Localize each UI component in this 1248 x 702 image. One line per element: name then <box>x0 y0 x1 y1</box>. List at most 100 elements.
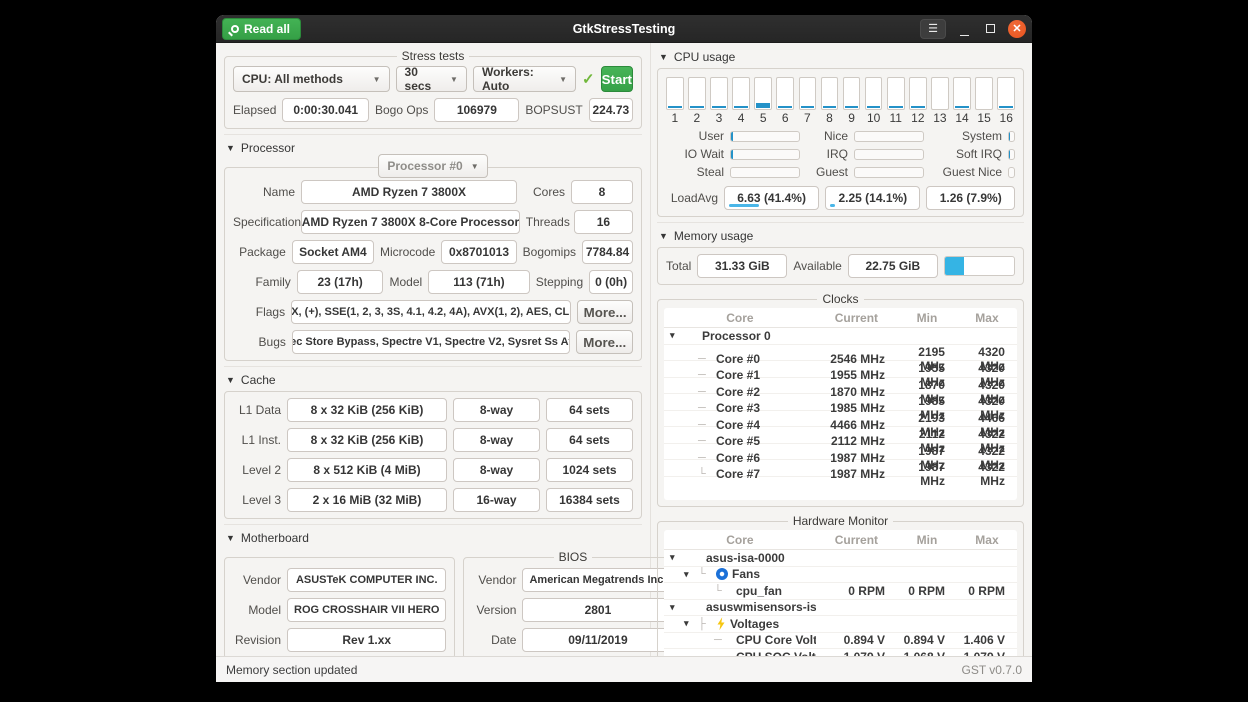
loadavg-label: LoadAvg <box>666 191 718 205</box>
bios-version-label: Version <box>472 603 516 617</box>
bios-date-field[interactable]: 09/11/2019 <box>522 628 673 652</box>
flags-field[interactable]: MMX, (+), SSE(1, 2, 3, 3S, 4.1, 4.2, 4A)… <box>291 300 571 324</box>
cpu-stat-bar <box>730 131 800 142</box>
table-row[interactable]: ▾ asus-isa-0000 <box>664 550 1017 567</box>
memory-usage-frame: Total 31.33 GiB Available 22.75 GiB <box>657 247 1024 285</box>
triangle-down-icon: ▾ <box>684 618 694 629</box>
table-row[interactable]: ▾ ├ Voltages <box>664 616 1017 633</box>
stress-workers-dropdown[interactable]: Workers: Auto▼ <box>473 66 576 92</box>
row-label: Core #4 <box>716 418 760 432</box>
bogo-ops-field[interactable]: 106979 <box>434 98 519 122</box>
cpu-stat-label: Nice <box>806 129 848 143</box>
bopsust-field[interactable]: 224.73 <box>589 98 633 122</box>
mb-vendor-field[interactable]: ASUSTeK COMPUTER INC. <box>287 568 446 592</box>
cache-size-field[interactable]: 8 x 32 KiB (256 KiB) <box>287 398 447 422</box>
package-field[interactable]: Socket AM4 <box>292 240 374 264</box>
cpu-stat-label: User <box>666 129 724 143</box>
cache-sets-field[interactable]: 16384 sets <box>546 488 633 512</box>
cpu-stat-label: IO Wait <box>666 147 724 161</box>
table-row[interactable]: ─ CPU Core Voltage 0.894 V 0.894 V 1.406… <box>664 633 1017 650</box>
cache-size-field[interactable]: 8 x 32 KiB (256 KiB) <box>287 428 447 452</box>
cache-sets-field[interactable]: 64 sets <box>546 398 633 422</box>
cache-level-label: L1 Inst. <box>233 433 281 447</box>
cpu-stat-label: Steal <box>666 165 724 179</box>
model-field[interactable]: 113 (71h) <box>428 270 530 294</box>
loadavg-5min-field[interactable]: 2.25 (14.1%) <box>825 186 920 210</box>
package-label: Package <box>233 245 286 259</box>
bios-vendor-field[interactable]: American Megatrends Inc. <box>522 568 673 592</box>
triangle-down-icon: ▾ <box>670 602 680 613</box>
cpu-stat-label: System <box>930 129 1002 143</box>
start-button[interactable]: Start <box>601 66 633 92</box>
cache-sets-field[interactable]: 1024 sets <box>546 458 633 482</box>
stress-tests-legend: Stress tests <box>397 49 470 63</box>
table-row[interactable]: ▾ Processor 0 <box>664 328 1017 345</box>
core-number-label: 12 <box>911 111 924 125</box>
tree-branch: ─ <box>698 419 712 431</box>
tree-branch: ─ <box>714 634 728 646</box>
close-button[interactable]: ✕ <box>1008 20 1026 38</box>
motherboard-expander[interactable]: ▼ Motherboard <box>224 528 642 549</box>
cache-ways-field[interactable]: 16-way <box>453 488 540 512</box>
hamburger-menu-icon[interactable]: ☰ <box>920 19 946 39</box>
name-label: Name <box>233 185 295 199</box>
row-label: cpu_fan <box>736 584 782 598</box>
stepping-field[interactable]: 0 (0h) <box>589 270 633 294</box>
table-row[interactable]: ─ Core #0 2546 MHz 2195 MHz 4320 MHz <box>664 345 1017 362</box>
stress-method-dropdown[interactable]: CPU: All methods▼ <box>233 66 390 92</box>
threads-field[interactable]: 16 <box>574 210 633 234</box>
core-number-label: 11 <box>890 111 902 125</box>
core-usage-bar: 16 <box>997 77 1015 125</box>
cache-ways-field[interactable]: 8-way <box>453 428 540 452</box>
cache-ways-field[interactable]: 8-way <box>453 458 540 482</box>
cores-label: Cores <box>523 185 565 199</box>
tree-branch: ─ <box>714 651 728 656</box>
cache-expander[interactable]: ▼ Cache <box>224 370 642 391</box>
cpu-stat-bar <box>1008 131 1015 142</box>
total-field[interactable]: 31.33 GiB <box>697 254 787 278</box>
elapsed-field[interactable]: 0:00:30.041 <box>282 98 369 122</box>
core-number-label: 15 <box>977 111 990 125</box>
cores-field[interactable]: 8 <box>571 180 633 204</box>
bugs-field[interactable]: Spec Store Bypass, Spectre V1, Spectre V… <box>292 330 571 354</box>
table-row[interactable]: ─ CPU SOC Voltage 1.079 V 1.068 V 1.079 … <box>664 649 1017 656</box>
memory-usage-section: ▼ Memory usage Total 31.33 GiB Available… <box>657 222 1024 285</box>
loadavg-1min-field[interactable]: 6.63 (41.4%) <box>724 186 819 210</box>
cpu-stat-bar <box>1008 149 1015 160</box>
cpu-usage-expander[interactable]: ▼ CPU usage <box>657 47 1024 68</box>
maximize-button[interactable] <box>982 22 998 36</box>
bopsust-label: BOPSUST <box>525 103 582 117</box>
loadavg-15min-field[interactable]: 1.26 (7.9%) <box>926 186 1015 210</box>
specification-field[interactable]: AMD Ryzen 7 3800X 8-Core Processor <box>301 210 520 234</box>
cache-size-field[interactable]: 8 x 512 KiB (4 MiB) <box>287 458 447 482</box>
cache-sets-field[interactable]: 64 sets <box>546 428 633 452</box>
table-row[interactable]: ▾ └ Fans <box>664 567 1017 584</box>
processor-selector-dropdown[interactable]: Processor #0▼ <box>378 154 487 178</box>
cache-ways-field[interactable]: 8-way <box>453 398 540 422</box>
core-number-label: 14 <box>955 111 968 125</box>
memory-usage-expander[interactable]: ▼ Memory usage <box>657 226 1024 247</box>
flags-more-button[interactable]: More... <box>577 300 633 324</box>
table-row[interactable]: └ cpu_fan 0 RPM 0 RPM 0 RPM <box>664 583 1017 600</box>
microcode-label: Microcode <box>380 245 435 259</box>
tree-branch: ─ <box>698 402 712 414</box>
bios-version-field[interactable]: 2801 <box>522 598 673 622</box>
mb-revision-field[interactable]: Rev 1.xx <box>287 628 446 652</box>
cpu-stat-label: Guest <box>806 165 848 179</box>
mb-model-field[interactable]: ROG CROSSHAIR VII HERO <box>287 598 446 622</box>
cache-size-field[interactable]: 2 x 16 MiB (32 MiB) <box>287 488 447 512</box>
microcode-field[interactable]: 0x8701013 <box>441 240 516 264</box>
tree-branch: ─ <box>698 386 712 398</box>
hardware-monitor-table: CoreCurrent MinMax ▾ asus-isa-0000 <box>664 530 1017 656</box>
minimize-button[interactable] <box>956 22 972 36</box>
read-all-button[interactable]: Read all <box>222 18 301 40</box>
table-row[interactable]: ▾ asuswmisensors-isa-0000 <box>664 600 1017 617</box>
cpu-stat-bar <box>1008 167 1015 178</box>
total-label: Total <box>666 259 691 273</box>
bogomips-field[interactable]: 7784.84 <box>582 240 633 264</box>
stress-duration-dropdown[interactable]: 30 secs▼ <box>396 66 467 92</box>
bugs-more-button[interactable]: More... <box>576 330 633 354</box>
cpu-name-field[interactable]: AMD Ryzen 7 3800X <box>301 180 517 204</box>
family-field[interactable]: 23 (17h) <box>297 270 384 294</box>
available-field[interactable]: 22.75 GiB <box>848 254 938 278</box>
